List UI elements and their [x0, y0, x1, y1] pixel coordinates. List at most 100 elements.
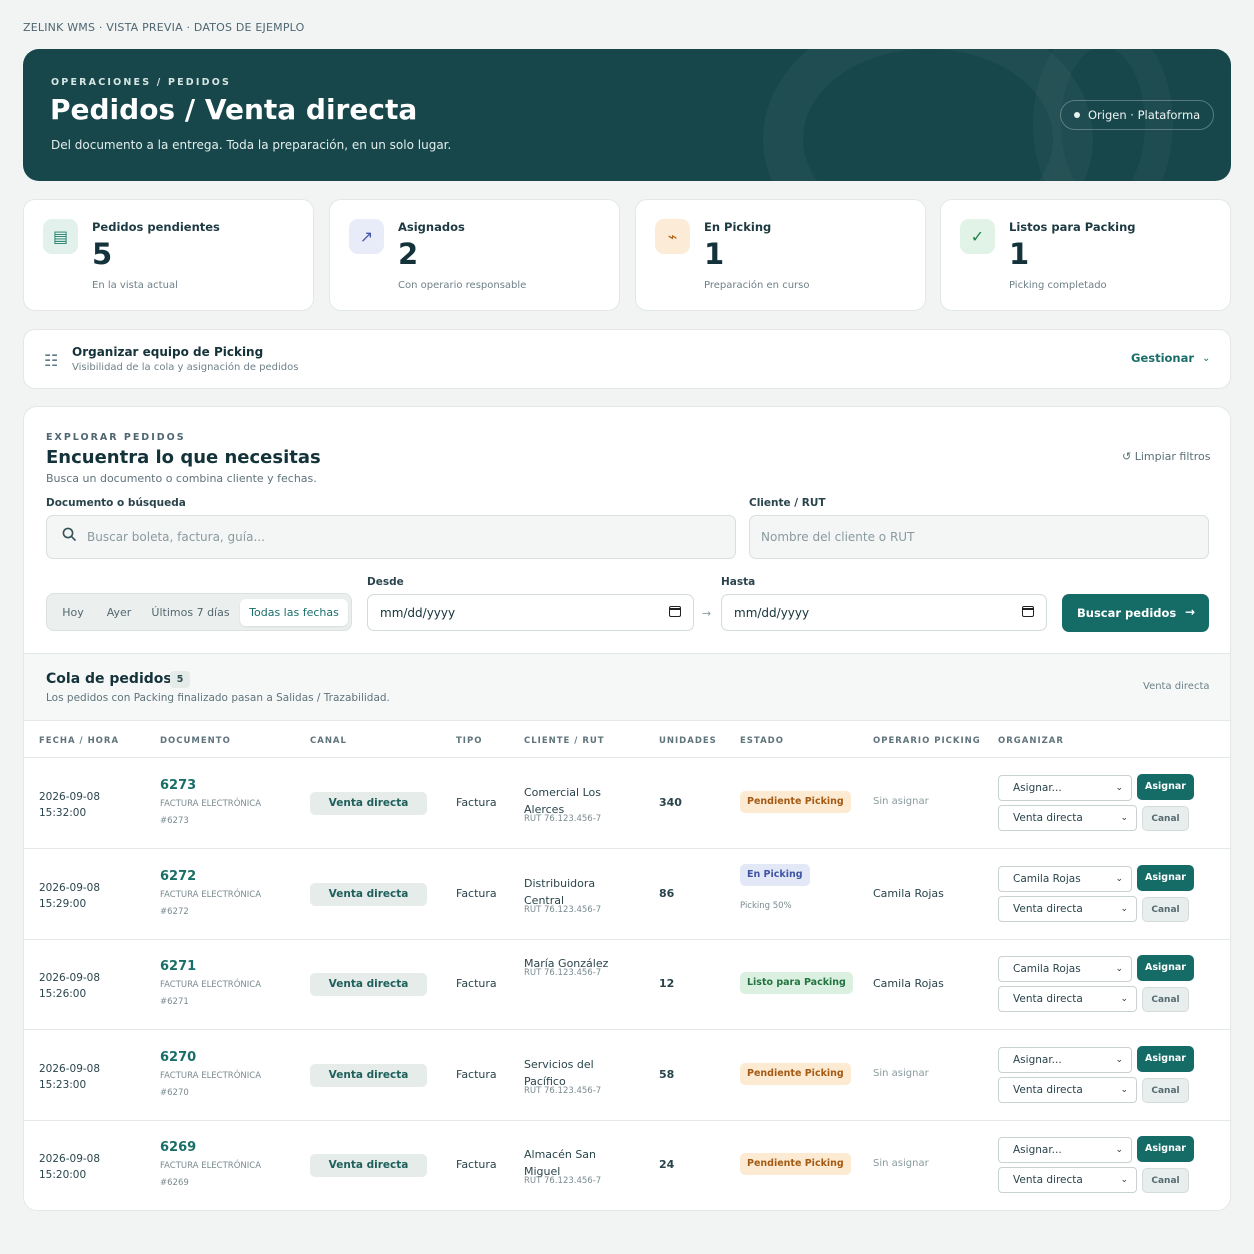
document-ref: #6270: [160, 1087, 189, 1098]
document-type: FACTURA ELECTRÓNICA: [160, 1161, 262, 1172]
order-units: 12: [659, 977, 675, 991]
status-badge: En Picking: [740, 863, 810, 886]
order-time: 15:26:00: [39, 988, 87, 1001]
client-rut: RUT 76.123.456-7: [524, 904, 602, 915]
picking-operator: Camila Rojas: [873, 977, 944, 991]
document-search-label: Documento o búsqueda: [46, 497, 186, 509]
assign-operator-value: Asignar...: [1013, 1144, 1062, 1157]
explore-title: Encuentra lo que necesitas: [46, 447, 321, 468]
assign-operator-select[interactable]: Camila Rojas ⌄: [998, 865, 1132, 892]
status-badge: Listo para Packing: [740, 972, 853, 995]
chevron-down-icon: ⌄: [1115, 783, 1123, 793]
channel-select[interactable]: Venta directa ⌄: [998, 1167, 1137, 1194]
order-datetime: 2026-09-08 15:29:00: [39, 880, 100, 912]
client-label: Cliente / RUT: [749, 497, 826, 509]
queue-header: Cola de pedidos 5 Los pedidos con Packin…: [24, 653, 1230, 721]
assign-button[interactable]: Asignar: [1137, 774, 1194, 800]
document-number-link[interactable]: 6271: [160, 959, 196, 974]
channel-select-value: Venta directa: [1013, 902, 1083, 915]
document-number-link[interactable]: 6272: [160, 869, 196, 884]
channel-badge: Venta directa: [310, 792, 427, 815]
channel-select[interactable]: Venta directa ⌄: [998, 895, 1137, 922]
channel-select[interactable]: Venta directa ⌄: [998, 805, 1137, 831]
picking-team-panel[interactable]: ☷ Organizar equipo de Picking Visibilida…: [23, 329, 1231, 389]
table-row[interactable]: 2026-09-08 15:32:00 6273 FACTURA ELECTRÓNIC…: [24, 758, 1230, 849]
channel-button[interactable]: Canal: [1142, 1077, 1189, 1103]
document-search-box[interactable]: [46, 515, 736, 559]
client-search-input[interactable]: [761, 516, 1201, 558]
document-type: FACTURA ELECTRÓNICA: [160, 1070, 262, 1081]
assign-operator-value: Camila Rojas: [1013, 872, 1081, 885]
picking-operator: Sin asignar: [873, 1158, 929, 1170]
search-orders-button[interactable]: Buscar pedidos →: [1062, 594, 1209, 632]
calendar-icon[interactable]: [669, 606, 681, 617]
origin-badge[interactable]: Origen · Plataforma: [1060, 100, 1215, 130]
to-date-value: mm/dd/yyyy: [734, 606, 810, 620]
assign-button[interactable]: Asignar: [1137, 1045, 1194, 1072]
order-date: 2026-09-08: [39, 881, 101, 894]
arrow-up-right-icon: ↗: [349, 219, 384, 254]
assign-operator-select[interactable]: Asignar... ⌄: [998, 1046, 1132, 1073]
order-date: 2026-09-08: [39, 791, 101, 803]
column-header: CLIENTE / RUT: [524, 736, 605, 746]
channel-select-value: Venta directa: [1013, 812, 1083, 824]
stat-value: 5: [92, 237, 113, 271]
stat-caption: Preparación en curso: [704, 280, 810, 291]
page-subtitle: Del documento a la entrega. Toda la prep…: [51, 138, 452, 152]
clear-filters-button[interactable]: ↺ Limpiar filtros: [1122, 450, 1210, 463]
stat-card: ↗ Asignados 2 Con operario responsable: [329, 199, 620, 311]
order-date: 2026-09-08: [39, 972, 101, 985]
assign-button[interactable]: Asignar: [1137, 955, 1194, 982]
client-search-box[interactable]: [749, 515, 1209, 559]
date-range-option[interactable]: Hoy: [52, 599, 94, 626]
calendar-icon[interactable]: [1022, 606, 1034, 617]
arrow-right-icon: →: [1184, 605, 1195, 619]
channel-button[interactable]: Canal: [1142, 806, 1189, 831]
channel-badge: Venta directa: [310, 882, 427, 906]
table-row[interactable]: 2026-09-08 15:29:00 6272 FACTURA ELECTRÓNIC…: [24, 849, 1230, 940]
date-range-selector: Hoy Ayer Últimos 7 días Todas las fechas: [46, 593, 352, 631]
channel-badge: Venta directa: [310, 973, 427, 997]
channel-select[interactable]: Venta directa ⌄: [998, 1076, 1137, 1103]
column-header: UNIDADES: [659, 736, 717, 746]
team-title: Organizar equipo de Picking: [72, 345, 264, 359]
hero-breadcrumb: OPERACIONES / PEDIDOS: [51, 77, 232, 88]
stat-caption: Con operario responsable: [398, 280, 527, 291]
client-rut: RUT 76.123.456-7: [524, 1176, 602, 1187]
channel-select-value: Venta directa: [1013, 993, 1083, 1006]
table-row[interactable]: 2026-09-08 15:23:00 6270 FACTURA ELECTRÓNIC…: [24, 1030, 1230, 1121]
chevron-down-icon: ⌄: [1120, 813, 1128, 823]
chevron-down-icon[interactable]: ⌄: [1202, 353, 1210, 364]
assign-operator-select[interactable]: Asignar... ⌄: [998, 775, 1132, 801]
document-number-link[interactable]: 6270: [160, 1050, 196, 1065]
channel-button[interactable]: Canal: [1142, 896, 1189, 922]
document-type: FACTURA ELECTRÓNICA: [160, 889, 262, 900]
to-date-input[interactable]: mm/dd/yyyy: [721, 594, 1047, 631]
channel-button[interactable]: Canal: [1142, 987, 1189, 1013]
from-date-input[interactable]: mm/dd/yyyy: [367, 594, 694, 631]
stat-caption: En la vista actual: [92, 280, 178, 291]
assign-operator-select[interactable]: Camila Rojas ⌄: [998, 956, 1132, 983]
stat-label: En Picking: [704, 220, 772, 234]
date-range-option[interactable]: Todas las fechas: [240, 599, 348, 626]
document-search-input[interactable]: [87, 516, 727, 558]
picking-progress: Picking 50%: [740, 900, 792, 911]
date-range-option[interactable]: Últimos 7 días: [146, 599, 235, 626]
channel-button[interactable]: Canal: [1142, 1168, 1189, 1194]
document-number-link[interactable]: 6273: [160, 778, 196, 793]
table-row[interactable]: 2026-09-08 15:26:00 6271 FACTURA ELECTRÓNIC…: [24, 939, 1230, 1031]
assign-operator-select[interactable]: Asignar... ⌄: [998, 1137, 1132, 1164]
manage-button[interactable]: Gestionar: [1131, 351, 1194, 365]
picking-operator: Sin asignar: [873, 1067, 929, 1079]
assign-button[interactable]: Asignar: [1137, 864, 1194, 891]
table-row[interactable]: 2026-09-08 15:20:00 6269 FACTURA ELECTRÓNIC…: [24, 1120, 1230, 1210]
document-number-link[interactable]: 6269: [160, 1140, 196, 1155]
date-range-option[interactable]: Ayer: [99, 599, 139, 626]
queue-channel-filter[interactable]: Venta directa: [1143, 681, 1210, 692]
order-time: 15:29:00: [39, 897, 87, 910]
channel-select[interactable]: Venta directa ⌄: [998, 986, 1137, 1013]
assign-button[interactable]: Asignar: [1137, 1136, 1194, 1163]
chevron-down-icon: ⌄: [1115, 1054, 1123, 1065]
document-ref: #6272: [160, 906, 189, 917]
order-type: Factura: [456, 1067, 497, 1081]
